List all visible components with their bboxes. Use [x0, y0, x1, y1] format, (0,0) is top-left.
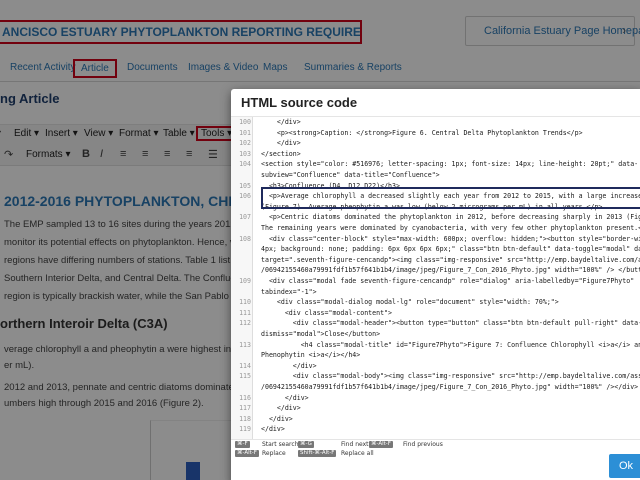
code-line: 117 </div> — [231, 403, 640, 414]
line-number: 105 — [239, 181, 251, 190]
line-number: 111 — [239, 308, 251, 317]
highlight-box — [261, 187, 640, 209]
line-number: 110 — [239, 298, 251, 307]
code-text: </div> — [261, 361, 317, 370]
find-next-key: ⌘-G — [298, 441, 314, 448]
find-shortcut-label: Start search — [262, 441, 299, 448]
line-number: 116 — [239, 393, 251, 402]
code-text: /06942155460a79991fdf1b57f641b1b4/image/… — [261, 383, 639, 391]
code-line: 4px; background: none; padding: 6px 6px … — [231, 244, 640, 255]
code-line: 109 <div class="modal fade seventh-figur… — [231, 276, 640, 287]
code-line: The remaining years were dominated by cy… — [231, 223, 640, 234]
code-text: <p>Centric diatoms dominated the phytopl… — [261, 213, 640, 222]
code-line: dismiss="modal">Close</button> — [231, 329, 640, 340]
code-text: </div> — [261, 414, 293, 423]
code-line: tabindex="-1"> — [231, 287, 640, 298]
code-line: Phenophytin <i>a</i></h4> — [231, 350, 640, 361]
code-text: <section style="color: #516976; letter-s… — [261, 160, 639, 169]
code-line: 108 <div class="center-block" style="max… — [231, 234, 640, 245]
code-text: </div> — [261, 139, 301, 148]
find-shortcut-key: ⌘-F — [235, 441, 250, 448]
code-text: </div> — [261, 404, 301, 413]
code-text: subview="Confluence" data-title="Conflue… — [261, 171, 440, 179]
code-text: tabindex="-1"> — [261, 287, 317, 296]
line-number: 104 — [239, 160, 251, 169]
dialog-footer: ⌘-F Start search ⌘-G Find next ⌘-Alt-F F… — [231, 439, 640, 480]
line-number: 114 — [239, 361, 251, 370]
line-number: 106 — [239, 192, 251, 201]
code-line: 114 </div> — [231, 361, 640, 372]
code-text: <p><strong>Caption: </strong>Figure 6. C… — [261, 128, 583, 137]
code-line: /06942155460a79991fdf1b57f641b1b4/image/… — [231, 265, 640, 276]
code-text: <div class="modal-header"><button type="… — [261, 319, 640, 328]
code-text: Phenophytin <i>a</i></h4> — [261, 351, 361, 360]
code-text: <div class="modal-content"> — [261, 308, 393, 317]
code-line: 104 <section style="color: #516976; lette… — [231, 159, 640, 170]
code-text: </div> — [261, 425, 285, 434]
line-number: 108 — [239, 234, 251, 243]
code-line: 111 <div class="modal-content"> — [231, 308, 640, 319]
line-number: 102 — [239, 139, 251, 148]
code-line: 113 <h4 class="modal-title" id="Figure7P… — [231, 340, 640, 351]
code-text: </section> — [261, 149, 301, 158]
code-line: 103 </section> — [231, 149, 640, 160]
code-text: </div> — [261, 393, 309, 402]
line-number: 113 — [239, 340, 251, 349]
find-previous-key: ⌘-Alt-F — [369, 441, 393, 448]
ok-button[interactable]: Ok — [609, 454, 640, 478]
replace-all-label: Replace all — [341, 450, 374, 457]
replace-key: ⌘-Alt-F — [235, 450, 259, 457]
code-line: 112 <div class="modal-header"><button ty… — [231, 318, 640, 329]
code-text: The remaining years were dominated by cy… — [261, 224, 640, 232]
replace-label: Replace — [262, 450, 286, 457]
html-source-dialog: HTML source code 100 </div> 101 <p><stron… — [231, 89, 640, 480]
line-number: 112 — [239, 319, 251, 328]
line-number: 117 — [239, 404, 251, 413]
code-line: 110 <div class="modal-dialog modal-lg" r… — [231, 297, 640, 308]
find-previous-label: Find previous — [403, 441, 443, 448]
code-line: 100 </div> — [231, 117, 640, 128]
code-text: target=".seventh-figure-cencandp"><img c… — [261, 255, 640, 264]
code-text: <div class="modal-dialog modal-lg" role=… — [261, 298, 559, 307]
line-number: 103 — [239, 149, 251, 158]
code-text: <div class="modal-body"><img class="img-… — [261, 372, 640, 381]
code-text: <div class="center-block" style="max-wid… — [261, 234, 640, 243]
code-line: 118 </div> — [231, 414, 640, 425]
line-number: 107 — [239, 213, 251, 222]
code-line: 102 </div> — [231, 138, 640, 149]
replace-all-key: Shift-⌘-Alt-F — [298, 450, 337, 457]
code-line: 115 <div class="modal-body"><img class="… — [231, 371, 640, 382]
code-text: <div class="modal fade seventh-figure-ce… — [261, 277, 635, 285]
code-line: /06942155460a79991fdf1b57f641b1b4/image/… — [231, 382, 640, 393]
dialog-title: HTML source code — [241, 95, 358, 110]
source-code-editor[interactable]: 100 </div> 101 <p><strong>Caption: </stro… — [231, 117, 640, 439]
code-line: 116 </div> — [231, 393, 640, 404]
line-number: 115 — [239, 372, 251, 381]
line-number: 100 — [239, 118, 251, 126]
line-number: 109 — [239, 277, 251, 285]
line-number: 101 — [239, 128, 251, 137]
code-text: /06942155460a79991fdf1b57f641b1b4/image/… — [261, 266, 640, 275]
code-line: subview="Confluence" data-title="Conflue… — [231, 170, 640, 181]
code-text: <h4 class="modal-title" id="Figure7Phyto… — [261, 340, 640, 349]
line-number: 119 — [239, 425, 251, 434]
code-line: 101 <p><strong>Caption: </strong>Figure … — [231, 128, 640, 139]
code-line: target=".seventh-figure-cencandp"><img c… — [231, 255, 640, 266]
code-text: 4px; background: none; padding: 6px 6px … — [261, 245, 640, 254]
line-number: 118 — [239, 414, 251, 423]
code-text: </div> — [261, 118, 301, 126]
find-next-label: Find next — [341, 441, 369, 448]
code-text: dismiss="modal">Close</button> — [261, 330, 381, 338]
code-line: 107 <p>Centric diatoms dominated the phy… — [231, 212, 640, 223]
code-line: 119 </div> — [231, 424, 640, 435]
